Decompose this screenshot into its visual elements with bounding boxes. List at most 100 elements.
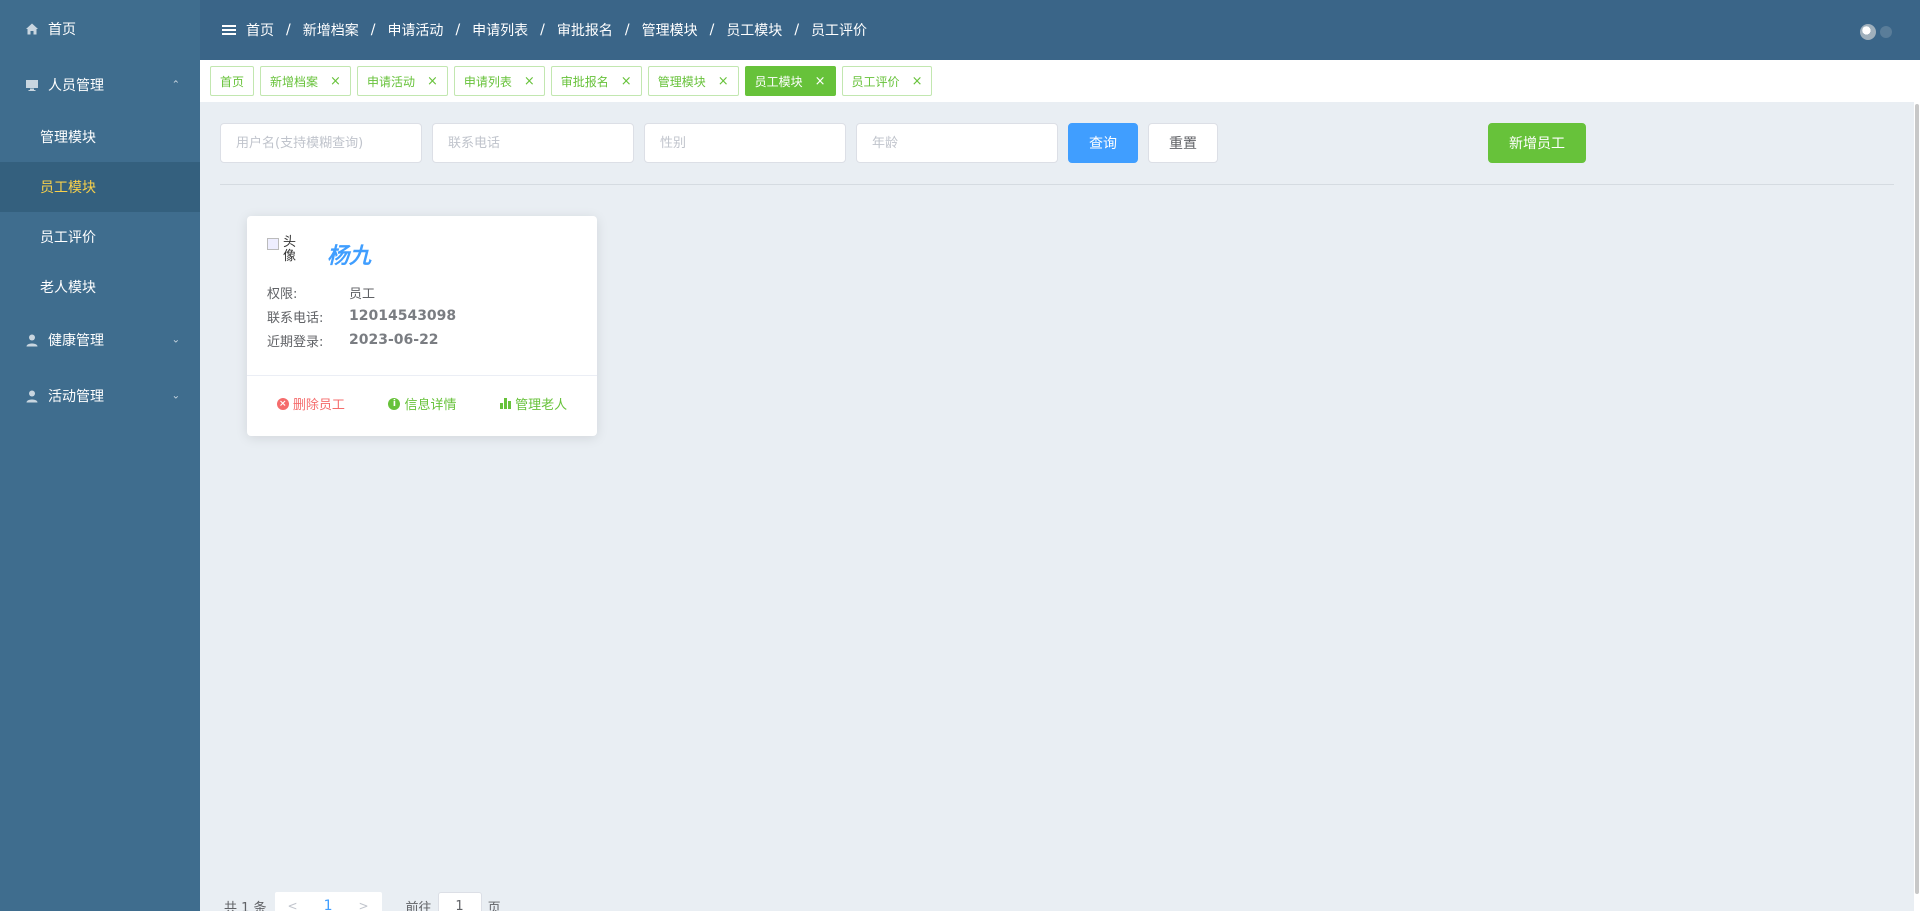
close-icon[interactable]: × — [621, 74, 632, 89]
breadcrumb-separator: / — [794, 22, 800, 38]
home-icon — [24, 21, 40, 37]
main-content: 查询 重置 新增员工 头像 杨九 权限: 员工 联系电话: 1201454309… — [200, 102, 1920, 911]
close-icon[interactable]: × — [524, 74, 535, 89]
tag-label: 员工模块 — [754, 74, 803, 89]
tag-label: 新增档案 — [270, 74, 319, 89]
goto-suffix: 页 — [487, 900, 501, 911]
breadcrumb-separator: / — [709, 22, 715, 38]
close-icon[interactable]: × — [718, 74, 729, 89]
chevron-right-icon[interactable]: > — [358, 899, 368, 911]
scrollbar-thumb[interactable] — [1915, 104, 1919, 894]
action-label: 管理老人 — [515, 398, 568, 413]
tag-label: 申请列表 — [463, 74, 512, 89]
menu-icon[interactable] — [222, 25, 236, 35]
tag-apply-activity[interactable]: 申请活动 × — [356, 66, 448, 96]
tag-new-archive[interactable]: 新增档案 × — [260, 66, 351, 96]
info-value: 12014543098 — [349, 308, 457, 324]
sidebar-item-staff-evaluation[interactable]: 员工评价 — [0, 212, 200, 262]
manage-elderly-button[interactable]: 管理老人 — [500, 394, 567, 413]
page-number[interactable]: 1 — [324, 898, 333, 911]
breadcrumb-item[interactable]: 管理模块 — [642, 20, 698, 40]
sidebar-group-activity[interactable]: 活动管理 ⌄ — [0, 367, 200, 424]
tag-home[interactable]: 首页 — [210, 66, 255, 96]
close-icon[interactable]: × — [330, 74, 341, 89]
breadcrumb-item[interactable]: 员工评价 — [811, 20, 867, 40]
sidebar: 首页 人员管理 ⌃ 管理模块 员工模块 员工评价 老人模块 健康管理 ⌄ 活动管… — [0, 0, 200, 911]
sidebar-group-label: 人员管理 — [48, 77, 104, 94]
tag-staff-module[interactable]: 员工模块 × — [744, 66, 836, 96]
tag-manage-module[interactable]: 管理模块 × — [647, 66, 739, 96]
goto-page: 前往 页 — [406, 892, 501, 911]
chevron-left-icon[interactable]: < — [288, 899, 298, 911]
tag-label: 员工评价 — [851, 74, 900, 89]
info-row: 权限: 员工 — [267, 280, 597, 304]
info-value: 2023-06-22 — [349, 332, 439, 348]
breadcrumb-separator: / — [540, 22, 545, 38]
breadcrumb-item[interactable]: 员工模块 — [726, 20, 782, 40]
tag-apply-list[interactable]: 申请列表 × — [453, 66, 545, 96]
user-avatar[interactable] — [1860, 24, 1876, 40]
sidebar-group-personnel[interactable]: 人员管理 ⌃ — [0, 57, 200, 112]
breadcrumb-item[interactable]: 新增档案 — [303, 20, 359, 40]
info-key: 近期登录: — [267, 334, 324, 350]
tag-label: 审批报名 — [560, 74, 609, 89]
close-icon[interactable]: × — [427, 74, 438, 89]
tag-staff-evaluation[interactable]: 员工评价 × — [841, 66, 933, 96]
sidebar-item-manage-module[interactable]: 管理模块 — [0, 112, 200, 162]
avatar: 头像 — [267, 236, 299, 272]
breadcrumb-item[interactable]: 审批报名 — [557, 20, 613, 40]
phone-input[interactable] — [432, 123, 634, 163]
user-icon — [24, 388, 40, 404]
tag-label: 申请活动 — [366, 74, 415, 89]
sidebar-item-elderly-module[interactable]: 老人模块 — [0, 262, 200, 312]
close-icon[interactable]: × — [815, 74, 826, 89]
breadcrumb-item[interactable]: 申请活动 — [387, 20, 443, 40]
info-row: 近期登录: 2023-06-22 — [267, 328, 597, 352]
total-count: 共 1 条 — [224, 900, 267, 911]
tag-approve-signup[interactable]: 审批报名 × — [550, 66, 642, 96]
breadcrumb-item[interactable]: 首页 — [246, 20, 274, 40]
broken-image-icon — [267, 238, 279, 250]
bar-chart-icon — [500, 398, 512, 409]
close-icon[interactable]: × — [912, 74, 923, 89]
info-detail-button[interactable]: i 信息详情 — [388, 394, 456, 413]
breadcrumb-separator: / — [624, 22, 630, 38]
username-input[interactable] — [220, 123, 422, 163]
goto-page-input[interactable] — [437, 892, 482, 911]
pager-box: < 1 > — [274, 892, 382, 911]
info-key: 权限: — [267, 286, 298, 302]
sidebar-item-home[interactable]: 首页 — [0, 0, 200, 57]
info-row: 联系电话: 12014543098 — [267, 304, 597, 328]
query-button[interactable]: 查询 — [1068, 123, 1138, 163]
add-staff-button[interactable]: 新增员工 — [1488, 123, 1586, 163]
circle-close-icon: × — [276, 397, 289, 410]
filter-bar: 查询 重置 — [220, 123, 1218, 163]
tags-view: 首页 新增档案 × 申请活动 × 申请列表 × 审批报名 × 管理模块 × 员工模块 × 员… — [200, 60, 1920, 102]
sidebar-group-label: 健康管理 — [48, 332, 104, 349]
chevron-down-icon: ⌄ — [171, 390, 180, 401]
dropdown-icon[interactable] — [1880, 26, 1892, 38]
info-key: 联系电话: — [267, 310, 324, 326]
staff-name: 杨九 — [327, 244, 372, 269]
delete-staff-button[interactable]: × 删除员工 — [276, 394, 345, 413]
sidebar-item-staff-module[interactable]: 员工模块 — [0, 162, 200, 212]
info-value: 员工 — [349, 286, 376, 302]
user-icon — [24, 332, 40, 348]
breadcrumb-separator: / — [286, 22, 291, 38]
pagination: 共 1 条 < 1 > 前往 页 — [224, 892, 501, 911]
top-header: 首页 / 新增档案 / 申请活动 / 申请列表 / 审批报名 / 管理模块 / … — [200, 0, 1920, 60]
scrollbar[interactable] — [1914, 102, 1920, 911]
divider — [220, 184, 1894, 185]
sidebar-group-health[interactable]: 健康管理 ⌄ — [0, 312, 200, 367]
sidebar-group-label: 活动管理 — [48, 388, 104, 405]
sidebar-item-label: 首页 — [48, 21, 76, 38]
age-input[interactable] — [856, 123, 1058, 163]
reset-button[interactable]: 重置 — [1148, 123, 1218, 163]
breadcrumb-item[interactable]: 申请列表 — [472, 20, 528, 40]
gender-input[interactable] — [644, 123, 846, 163]
breadcrumb-separator: / — [370, 22, 376, 38]
tag-label: 首页 — [220, 74, 245, 89]
staff-card: 头像 杨九 权限: 员工 联系电话: 12014543098 近期登录: 202… — [247, 216, 597, 436]
tag-label: 管理模块 — [657, 74, 706, 89]
chevron-up-icon: ⌃ — [171, 79, 180, 90]
